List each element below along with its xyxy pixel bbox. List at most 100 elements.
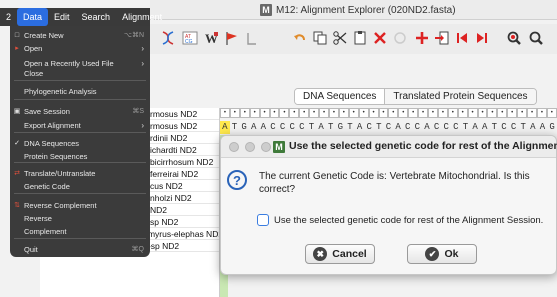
menu-item-protein-sequences[interactable]: Protein Sequences	[10, 151, 150, 162]
nucleotide-base[interactable]: T	[345, 121, 355, 134]
window-titlebar: M M12: Alignment Explorer (020ND2.fasta)	[150, 0, 557, 20]
toolbar: AT CG W	[150, 24, 557, 54]
nucleotide-base[interactable]: A	[316, 121, 326, 134]
menu-item-genetic-code[interactable]: Genetic Code	[10, 181, 150, 192]
menu-item-dna-sequences[interactable]: ✓ DNA Sequences	[10, 138, 150, 149]
nucleotide-base[interactable]: A	[480, 121, 490, 134]
menu-item-reverse-complement[interactable]: ⇅ Reverse Complement	[10, 200, 150, 211]
nucleotide-base[interactable]: C	[413, 121, 423, 134]
nucleotide-base[interactable]: A	[528, 121, 538, 134]
nucleotide-base[interactable]: T	[518, 121, 528, 134]
nucleotide-base[interactable]: A	[220, 121, 230, 134]
menu-item-quit[interactable]: Quit ⌘Q	[10, 244, 150, 255]
menu-item-create-new[interactable]: □ Create New ⌥⌘N	[10, 30, 150, 41]
minimize-window-button[interactable]	[245, 142, 255, 152]
data-menu: □ Create New ⌥⌘N ▸ Open › Open a Recently Used…	[10, 26, 150, 257]
nucleotide-base[interactable]: T	[490, 121, 500, 134]
consensus-sequence-row: ATGAACCCCTATGTACTCACCACCCTAATCCTAAG	[220, 121, 557, 135]
menubar-item-data[interactable]: Data	[17, 8, 49, 26]
copy-icon[interactable]	[310, 27, 330, 49]
submenu-arrow-icon: ›	[141, 44, 144, 53]
previous-icon[interactable]	[452, 27, 472, 49]
site-marker: •	[289, 108, 300, 118]
site-marker: •	[467, 108, 478, 118]
nucleotide-base[interactable]: T	[307, 121, 317, 134]
nucleotide-base[interactable]: C	[432, 121, 442, 134]
menu-item-export-alignment[interactable]: Export Alignment ›	[10, 120, 150, 131]
nucleotide-base[interactable]: C	[499, 121, 509, 134]
menubar-item-alignment[interactable]: Alignment	[116, 8, 168, 26]
nucleotide-base[interactable]: T	[326, 121, 336, 134]
marker-icon[interactable]	[242, 27, 262, 49]
menu-item-reverse[interactable]: Reverse	[10, 213, 150, 224]
menubar-item-search[interactable]: Search	[76, 8, 117, 26]
next-icon[interactable]	[472, 27, 492, 49]
undo-icon[interactable]	[290, 27, 310, 49]
window-controls	[229, 142, 271, 152]
menubar-item-2[interactable]: 2	[0, 8, 17, 26]
cancel-button[interactable]: ✖ Cancel	[305, 244, 375, 264]
nucleotide-base[interactable]: C	[384, 121, 394, 134]
add-icon[interactable]	[412, 27, 432, 49]
menu-item-phylogenetic-analysis[interactable]: Phylogenetic Analysis	[10, 86, 150, 97]
nucleotide-base[interactable]: A	[259, 121, 269, 134]
menu-item-translate-untranslate[interactable]: ⇄ Translate/Untranslate	[10, 168, 150, 179]
menu-item-open[interactable]: ▸ Open ›	[10, 43, 150, 54]
nucleotide-base[interactable]: G	[336, 121, 346, 134]
site-marker: •	[348, 108, 359, 118]
nucleotide-base[interactable]: T	[461, 121, 471, 134]
menubar-item-edit[interactable]: Edit	[48, 8, 76, 26]
tab-dna-sequences[interactable]: DNA Sequences	[295, 89, 386, 104]
site-marker: •	[507, 108, 518, 118]
scissors-icon[interactable]	[330, 27, 350, 49]
zoom-window-button[interactable]	[261, 142, 271, 152]
import-icon[interactable]	[432, 27, 452, 49]
menu-item-close[interactable]: Close	[10, 68, 150, 79]
nucleotide-base[interactable]: C	[287, 121, 297, 134]
site-marker: •	[487, 108, 498, 118]
nucleotide-base[interactable]: A	[538, 121, 548, 134]
close-window-button[interactable]	[229, 142, 239, 152]
menu-item-save-session[interactable]: ▣ Save Session ⌘S	[10, 106, 150, 117]
nucleotide-base[interactable]: A	[422, 121, 432, 134]
cancel-icon: ✖	[313, 247, 328, 261]
nucleotide-base[interactable]: G	[547, 121, 557, 134]
checkbox-box[interactable]	[257, 214, 269, 226]
ok-button[interactable]: ✔ Ok	[407, 244, 477, 264]
search-icon[interactable]	[504, 27, 524, 49]
nucleotide-base[interactable]: C	[441, 121, 451, 134]
remember-genetic-code-checkbox[interactable]: Use the selected genetic code for rest o…	[257, 214, 543, 226]
nucleotide-base[interactable]: C	[364, 121, 374, 134]
nucleotide-base[interactable]: A	[249, 121, 259, 134]
menu-item-complement[interactable]: Complement	[10, 226, 150, 237]
dna-icon[interactable]	[158, 27, 178, 49]
menu-item-label: Reverse Complement	[24, 201, 97, 210]
flag-icon[interactable]	[222, 27, 242, 49]
shortcut-label: ⌥⌘N	[123, 32, 144, 39]
checkbox-label: Use the selected genetic code for rest o…	[274, 214, 544, 226]
dialog-title: Use the selected genetic code for rest o…	[289, 140, 557, 152]
paste-icon[interactable]	[350, 27, 370, 49]
nucleotide-base[interactable]: C	[268, 121, 278, 134]
nucleotide-base[interactable]: T	[230, 121, 240, 134]
sequence-grid-icon[interactable]: AT CG	[180, 27, 200, 49]
nucleotide-base[interactable]: C	[451, 121, 461, 134]
disabled-tool-icon[interactable]	[390, 27, 410, 49]
nucleotide-base[interactable]: C	[278, 121, 288, 134]
nucleotide-base[interactable]: C	[509, 121, 519, 134]
site-marker: •	[319, 108, 329, 118]
nucleotide-base[interactable]: C	[403, 121, 413, 134]
nucleotide-base[interactable]: A	[355, 121, 365, 134]
tab-translated-protein-sequences[interactable]: Translated Protein Sequences	[385, 89, 536, 104]
nucleotide-base[interactable]: G	[239, 121, 249, 134]
site-marker: •	[497, 108, 508, 118]
web-icon[interactable]: W	[202, 27, 222, 49]
menu-item-label: Translate/Untranslate	[24, 169, 96, 178]
find-next-icon[interactable]	[526, 27, 546, 49]
nucleotide-base[interactable]: A	[470, 121, 480, 134]
nucleotide-base[interactable]: T	[374, 121, 384, 134]
nucleotide-base[interactable]: C	[297, 121, 307, 134]
nucleotide-base[interactable]: A	[393, 121, 403, 134]
menu-item-label: Protein Sequences	[24, 152, 88, 161]
delete-icon[interactable]	[370, 27, 390, 49]
